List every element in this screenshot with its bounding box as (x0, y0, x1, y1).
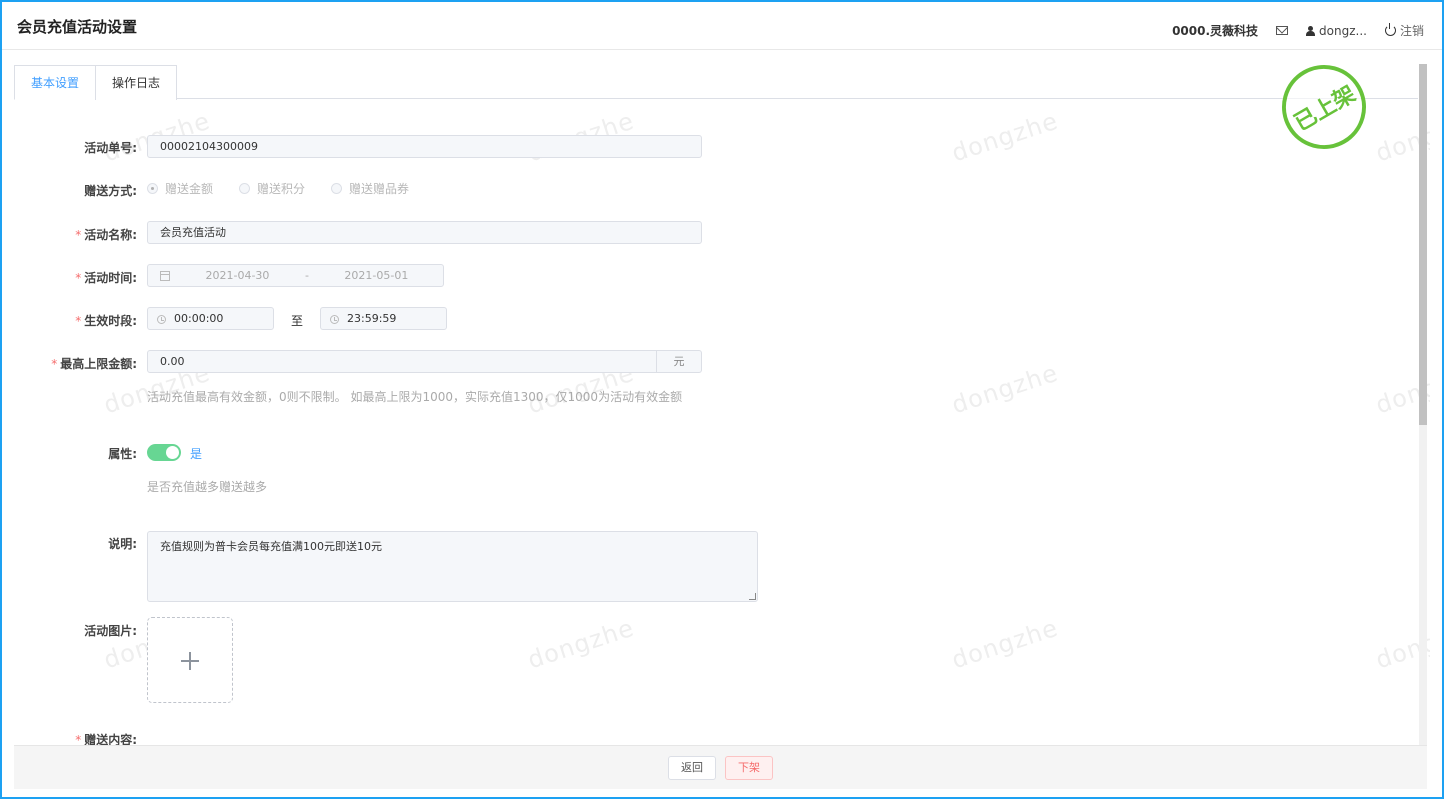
clock-icon (157, 314, 166, 324)
date-end: 2021-05-01 (344, 269, 409, 282)
image-label: 活动图片: (84, 624, 137, 638)
radio-checked-icon (147, 183, 158, 194)
max-amount-hint: 活动充值最高有效金额，0则不限制。 如最高上限为1000，实际充值1300，仅1… (147, 390, 683, 404)
max-amount-field[interactable]: 0.00 元 (147, 350, 702, 373)
top-header: 会员充值活动设置 0000.灵薇科技 dongz... 注销 (2, 2, 1442, 50)
time-end-picker[interactable]: 23:59:59 (320, 307, 447, 330)
radio-gift-amount[interactable]: 赠送金额 (147, 180, 213, 197)
watermark: dongzhe (524, 613, 638, 675)
page-title: 会员充值活动设置 (17, 18, 138, 36)
activity-name-field[interactable]: 会员充值活动 (147, 221, 702, 244)
label-text: 赠送内容: (84, 733, 137, 745)
radio-icon (331, 183, 343, 194)
gift-content-label: * 赠送内容: (75, 733, 137, 745)
company-name: 0000.灵薇科技 (1172, 24, 1259, 38)
activity-date-range-picker[interactable]: 2021-04-30 - 2021-05-01 (147, 264, 444, 287)
max-amount-label: * 最高上限金额: (51, 357, 137, 371)
stamp-text: 已上架 (1290, 81, 1361, 137)
mail-icon (1276, 26, 1289, 35)
image-upload-button[interactable] (147, 617, 233, 703)
activity-time-label: * 活动时间: (75, 271, 137, 285)
radio-gift-points[interactable]: 赠送积分 (239, 180, 305, 197)
time-end-value: 23:59:59 (347, 312, 397, 325)
resize-handle-icon[interactable] (749, 593, 756, 600)
scrollbar-thumb[interactable] (1419, 64, 1427, 425)
label-text: 活动时间: (84, 271, 137, 285)
message-button[interactable] (1276, 26, 1289, 35)
watermark: dongzhe (948, 358, 1062, 420)
offline-button[interactable]: 下架 (725, 755, 773, 780)
header-actions: 0000.灵薇科技 dongz... 注销 (1172, 22, 1424, 39)
effective-period-label: * 生效时段: (75, 314, 137, 328)
time-start-picker[interactable]: 00:00:00 (147, 307, 274, 330)
user-name: dongz... (1319, 23, 1367, 38)
gift-method-radio-group: 赠送金额 赠送积分 赠送赠品券 (147, 180, 409, 197)
radio-label: 赠送金额 (165, 182, 214, 196)
description-label: 说明: (108, 537, 137, 551)
tab-bar: 基本设置 操作日志 (14, 65, 1418, 100)
user-menu[interactable]: dongz... (1306, 24, 1367, 38)
max-amount-value: 0.00 (160, 355, 185, 368)
logout-button[interactable]: 注销 (1384, 22, 1424, 39)
toggle-text: 是 (190, 447, 203, 461)
time-range-to: 至 (291, 314, 304, 328)
back-button[interactable]: 返回 (668, 755, 716, 780)
gift-method-label: 赠送方式: (84, 184, 137, 198)
activity-no-label: 活动单号: (84, 141, 137, 155)
date-start: 2021-04-30 (205, 269, 270, 282)
calendar-icon (160, 271, 170, 281)
description-textarea[interactable]: 充值规则为普卡会员每充值满100元即送10元 (147, 531, 758, 602)
description-value: 充值规则为普卡会员每充值满100元即送10元 (160, 540, 382, 553)
radio-label: 赠送赠品券 (349, 182, 410, 196)
user-icon (1306, 25, 1316, 36)
logout-label: 注销 (1399, 24, 1424, 38)
power-icon (1384, 23, 1396, 36)
plus-icon (181, 652, 199, 670)
date-separator: - (304, 269, 309, 282)
watermark: dongzhe (948, 613, 1062, 675)
content-panel: 基本设置 操作日志 dongzhe dongzhe dongzhe dongzh… (14, 55, 1430, 745)
label-text: 生效时段: (84, 314, 137, 328)
radio-gift-coupon[interactable]: 赠送赠品券 (331, 180, 409, 197)
activity-name-label: * 活动名称: (75, 228, 137, 242)
tab-basic-settings[interactable]: 基本设置 (14, 65, 97, 100)
label-text: 活动名称: (84, 228, 137, 242)
activity-no-field[interactable]: 00002104300009 (147, 135, 702, 158)
watermark: dongzhe (948, 106, 1062, 168)
radio-label: 赠送积分 (257, 182, 306, 196)
vertical-scrollbar[interactable] (1419, 64, 1427, 745)
attribute-toggle[interactable] (147, 444, 181, 461)
clock-icon (330, 314, 339, 324)
footer-bar: 返回 下架 (14, 745, 1427, 789)
attribute-label: 属性: (108, 447, 137, 461)
time-start-value: 00:00:00 (174, 312, 224, 325)
label-text: 最高上限金额: (60, 357, 137, 371)
tab-operation-log[interactable]: 操作日志 (95, 65, 178, 100)
radio-icon (239, 183, 251, 194)
attribute-hint: 是否充值越多赠送越多 (147, 480, 268, 494)
unit-suffix: 元 (656, 351, 701, 372)
